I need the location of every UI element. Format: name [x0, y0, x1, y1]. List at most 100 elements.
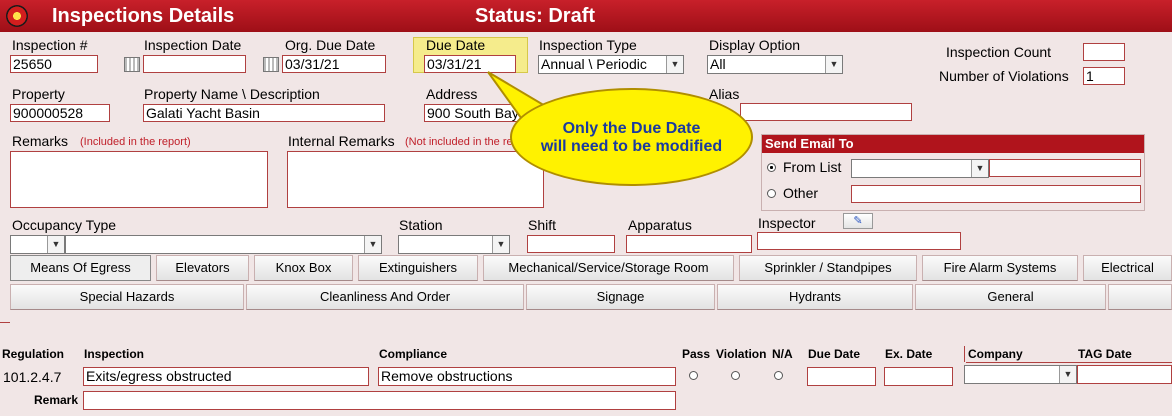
other-radio[interactable]	[767, 189, 776, 198]
occupancy-type-select[interactable]: ▼	[65, 235, 382, 254]
shift-label: Shift	[528, 217, 557, 233]
tab-sprinkler[interactable]: Sprinkler / Standpipes	[739, 255, 917, 281]
send-email-panel: Send Email To From List ▼ Other	[761, 134, 1145, 211]
due-date-label: Due Date	[426, 37, 486, 53]
row-inspection-field[interactable]: Exits/egress obstructed	[83, 367, 369, 386]
calendar-icon[interactable]	[263, 57, 279, 72]
occupancy-type-label: Occupancy Type	[12, 217, 117, 233]
tab-electrical[interactable]: Electrical	[1083, 255, 1172, 281]
inspection-count-field[interactable]	[1083, 43, 1125, 61]
inspection-count-label: Inspection Count	[946, 44, 1052, 60]
from-list-label: From List	[783, 159, 842, 175]
chevron-down-icon[interactable]: ▼	[825, 56, 842, 73]
header-underline	[966, 362, 1172, 363]
col-tag-date: TAG Date	[1078, 347, 1132, 361]
tab-hydrants[interactable]: Hydrants	[717, 284, 913, 310]
tab-means-of-egress[interactable]: Means Of Egress	[10, 255, 151, 281]
tab-knox-box[interactable]: Knox Box	[254, 255, 353, 281]
tab-mechanical[interactable]: Mechanical/Service/Storage Room	[483, 255, 734, 281]
internal-remarks-note: (Not included in the re	[405, 136, 513, 148]
org-due-date-field[interactable]: 03/31/21	[282, 55, 386, 73]
violation-radio[interactable]	[731, 371, 740, 380]
tab-extinguishers[interactable]: Extinguishers	[358, 255, 478, 281]
calendar-icon[interactable]	[124, 57, 140, 72]
inspector-field[interactable]	[757, 232, 961, 250]
other-email-field[interactable]	[851, 185, 1141, 203]
inspection-type-label: Inspection Type	[539, 37, 637, 53]
pass-radio[interactable]	[689, 371, 698, 380]
apparatus-field[interactable]	[626, 235, 752, 253]
col-ex-date: Ex. Date	[885, 347, 933, 361]
row-remark-field[interactable]	[83, 391, 676, 410]
inspection-number-label: Inspection #	[12, 37, 88, 53]
title-bar: Inspections Details Status: Draft	[0, 0, 1172, 32]
remarks-textarea[interactable]	[10, 151, 268, 208]
from-list-email-field[interactable]	[989, 159, 1141, 177]
remarks-label: Remarks	[12, 133, 69, 149]
station-select[interactable]: ▼	[398, 235, 510, 254]
row-due-date-field[interactable]	[807, 367, 876, 386]
col-na: N/A	[772, 347, 793, 361]
from-list-radio[interactable]	[767, 163, 776, 172]
chevron-down-icon[interactable]: ▼	[492, 236, 509, 253]
col-compliance: Compliance	[379, 347, 448, 361]
col-regulation: Regulation	[2, 347, 64, 361]
alias-label: Alias	[709, 86, 740, 102]
col-pass: Pass	[682, 347, 711, 361]
tab-elevators[interactable]: Elevators	[156, 255, 249, 281]
inspection-date-field[interactable]	[143, 55, 246, 73]
row-company-select[interactable]: ▼	[964, 365, 1077, 384]
inspection-number-field[interactable]: 25650	[10, 55, 98, 73]
chevron-down-icon[interactable]: ▼	[364, 236, 381, 253]
row-compliance-field[interactable]: Remove obstructions	[378, 367, 676, 386]
tab-cleanliness[interactable]: Cleanliness And Order	[246, 284, 524, 310]
number-of-violations-field[interactable]: 1	[1083, 67, 1125, 85]
send-email-title: Send Email To	[762, 135, 1144, 153]
from-list-select[interactable]: ▼	[851, 159, 989, 178]
internal-remarks-textarea[interactable]	[287, 151, 544, 208]
org-due-date-label: Org. Due Date	[285, 37, 376, 53]
na-radio[interactable]	[774, 371, 783, 380]
shift-field[interactable]	[527, 235, 615, 253]
property-name-label: Property Name \ Description	[144, 86, 320, 102]
station-label: Station	[399, 217, 443, 233]
tab-signage[interactable]: Signage	[526, 284, 715, 310]
edit-pencil-icon[interactable]: ✎	[843, 213, 873, 229]
tab-general[interactable]: General	[915, 284, 1106, 310]
remark-label: Remark	[34, 393, 79, 407]
callout-bubble: Only the Due Date will need to be modifi…	[510, 88, 753, 186]
property-name-field[interactable]: Galati Yacht Basin	[143, 104, 385, 122]
col-company: Company	[968, 347, 1023, 361]
remarks-note: (Included in the report)	[80, 136, 191, 148]
display-option-label: Display Option	[709, 37, 801, 53]
chevron-down-icon[interactable]: ▼	[1059, 366, 1076, 383]
divider	[0, 322, 10, 323]
chevron-down-icon[interactable]: ▼	[971, 160, 988, 177]
number-of-violations-label: Number of Violations	[939, 68, 1069, 84]
callout-line-2: will need to be modified	[540, 138, 723, 155]
chevron-down-icon[interactable]: ▼	[666, 56, 683, 73]
chevron-down-icon[interactable]: ▼	[47, 236, 64, 253]
address-label: Address	[426, 86, 478, 102]
col-violation: Violation	[716, 347, 767, 361]
apparatus-label: Apparatus	[628, 217, 692, 233]
col-separator	[964, 346, 965, 362]
display-option-value: All	[710, 56, 726, 72]
tab-fire-alarm[interactable]: Fire Alarm Systems	[922, 255, 1078, 281]
callout-line-1: Only the Due Date	[562, 120, 701, 137]
tab-blank[interactable]	[1108, 284, 1172, 310]
row-ex-date-field[interactable]	[884, 367, 953, 386]
internal-remarks-label: Internal Remarks	[288, 133, 395, 149]
row-regulation: 101.2.4.7	[3, 369, 62, 385]
inspector-label: Inspector	[758, 215, 816, 231]
occupancy-type-code-select[interactable]: ▼	[10, 235, 65, 254]
fire-department-logo-icon	[6, 5, 28, 27]
row-tag-date-field[interactable]	[1077, 365, 1172, 384]
tab-special-hazards[interactable]: Special Hazards	[10, 284, 244, 310]
alias-field[interactable]	[740, 103, 912, 121]
property-field[interactable]: 900000528	[10, 104, 110, 122]
property-label: Property	[12, 86, 65, 102]
col-inspection: Inspection	[84, 347, 145, 361]
inspection-date-label: Inspection Date	[144, 37, 242, 53]
display-option-select[interactable]: All ▼	[707, 55, 843, 74]
